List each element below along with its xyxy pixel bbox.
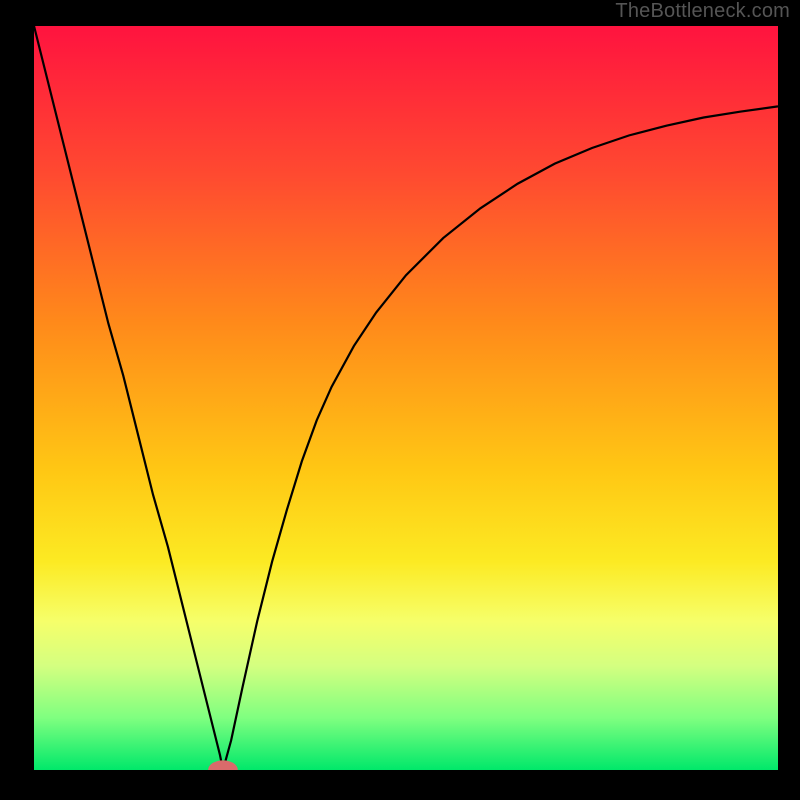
gradient-background bbox=[34, 26, 778, 770]
watermark-text: TheBottleneck.com bbox=[615, 0, 790, 23]
chart-plot-area bbox=[34, 26, 778, 770]
chart-svg bbox=[34, 26, 778, 770]
chart-frame: TheBottleneck.com bbox=[0, 0, 800, 800]
